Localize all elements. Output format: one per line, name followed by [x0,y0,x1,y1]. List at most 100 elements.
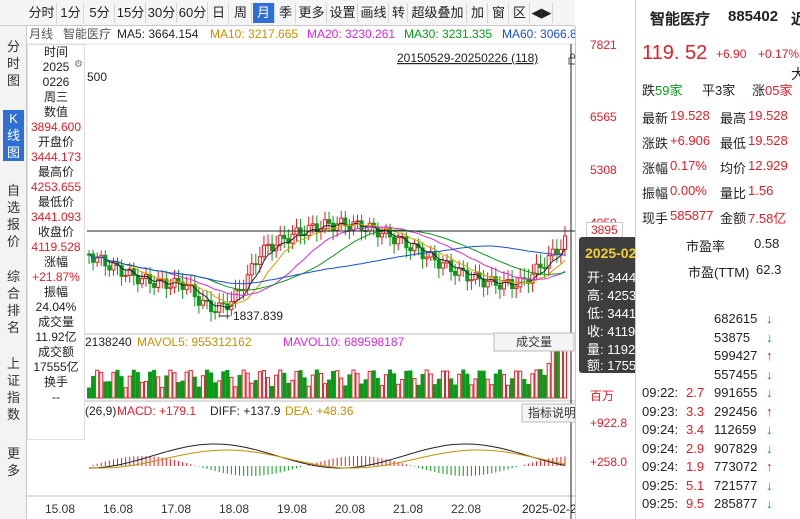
x-axis-label-5: 20.08 [335,502,365,516]
toolbar-item-8[interactable]: 月 [253,3,275,23]
side-tab-1[interactable]: K 线 图 [3,110,24,161]
toolbar-item-0[interactable]: 分时 [27,3,57,23]
candle-body [469,279,474,282]
candle-body [184,285,189,290]
edge-char-top: 近 [791,11,800,28]
toolbar-item-13[interactable]: 转 [390,3,408,23]
ma60-legend: MA60: 3066.8 [502,27,575,41]
side-tab-4[interactable]: 上 证 指 数 [3,355,24,423]
toolbar-item-15[interactable]: 加 [468,3,488,23]
toolbar-item-3[interactable]: 15分 [116,3,146,23]
toolbar-item-4[interactable]: 30分 [147,3,177,23]
candle-body [204,299,210,302]
volume-bar [355,373,360,399]
diff-legend: DIFF: +137.9 [210,404,281,418]
toolbar-item-5[interactable]: 60分 [178,3,208,23]
volume-bar [408,370,413,399]
date-range-label[interactable]: 20150529-20250226 (118) [397,51,538,65]
toolbar-item-12[interactable]: 画线 [359,3,389,23]
volume-bar [489,384,494,399]
candle-body [107,265,112,271]
side-tab-5[interactable]: 更 多 [3,445,24,479]
tick-arrow-icon: ↓ [766,366,773,382]
quote-row-1-label2: 最低 [720,136,747,151]
volume-bar [327,379,332,399]
candle-body [282,234,287,240]
kline-chart[interactable]: 月线 智能医疗 MA5: 3664.154 MA10: 3217.665 MA2… [27,26,575,519]
toolbar-item-2[interactable]: 5分 [85,3,115,23]
x-axis-label-8: 2025-02-26,三 [522,502,575,516]
volume-bar [298,370,303,399]
tick-volume-8: 773072 [714,459,758,474]
volume-bar [249,382,254,399]
tick-arrow-icon: ↓ [766,329,773,345]
volume-bar [172,372,177,399]
candle-body [412,243,417,252]
quote-row-3-label2: 量比 [720,186,747,201]
quote-panel: 智能医疗 885402 近 119. 52 +6.90 +0.17% 大 跌59… [635,0,800,519]
candle-body [497,284,502,290]
toolbar-item-9[interactable]: 季 [276,3,296,23]
candle-body [473,272,478,281]
volume-bar [371,370,376,399]
macd-params: (26,9) [85,404,116,418]
candle-body [270,243,275,252]
toolbar-item-6[interactable]: 日 [209,3,229,23]
candle-body [501,279,506,290]
dea-line [88,449,566,469]
volume-bar [188,369,193,399]
volume-bar [481,370,486,399]
toolbar-item-10[interactable]: 更多 [297,3,327,23]
x-axis-label-2: 17.08 [161,502,191,516]
tick-time-8: 09:24: [642,459,679,474]
volume-bar [164,375,169,399]
volume-bar [139,381,144,399]
info-time-date: 0226 [42,75,70,89]
volume-bar [538,369,543,399]
candle-body [440,262,445,269]
volume-bar [107,381,112,399]
quote-row-3-value1: 0.00% [670,183,707,198]
toolbar-item-16[interactable]: 窗 [489,3,509,23]
volume-bar [473,378,478,399]
x-axis-label-0: 15.08 [45,502,75,516]
quote-row-0-value1: 19.528 [670,108,710,123]
axis-partial-label: 500 [87,70,107,84]
quote-row-4-value1: 585877 [670,208,714,223]
volume-bar [335,370,340,399]
volume-bar [152,369,157,399]
volume-bar [359,383,364,399]
volume-bars [87,345,567,399]
toolbar-item-11[interactable]: 设置 [328,3,358,23]
volume-bar [306,385,311,399]
period-toolbar: 分时 1分 5分 15分 30分 60分日周月季更多 设置 画线转超级叠加加窗区 ◀▶ [0,0,575,26]
toolbar-item-1[interactable]: 1分 [58,3,84,23]
price-low-label: 1837.839 [233,309,283,323]
down-label: 跌 [642,83,656,98]
volume-bar [302,377,307,399]
toolbar-item-18[interactable]: ◀▶ [531,3,553,23]
volume-bar [497,369,502,399]
candle-body [404,236,409,249]
volume-bar [392,373,397,399]
info-change: +21.87% [32,270,80,284]
side-tab-0[interactable]: 分 时 图 [3,38,24,89]
side-tab-2[interactable]: 自 选 报 价 [3,182,24,250]
candle-body [408,247,413,252]
volume-bar [270,385,275,399]
volume-bar [501,373,506,399]
volume-bar [184,371,189,399]
side-tab-3[interactable]: 综 合 排 名 [3,268,24,336]
tick-price-7: 2.9 [686,440,705,456]
volume-bar [465,373,470,399]
volume-bar [424,369,429,399]
candle-body [152,282,157,288]
tick-price-8: 1.9 [686,459,705,474]
toolbar-item-7[interactable]: 周 [230,3,252,23]
info-turnover: -- [52,390,60,404]
toolbar-item-17[interactable]: 区 [510,3,530,23]
settings-gear-icon[interactable]: ⚙ [74,57,83,72]
candle-body [139,277,144,285]
toolbar-item-14[interactable]: 超级叠加 [409,3,467,23]
ma5-legend: MA5: 3664.154 [117,27,199,41]
